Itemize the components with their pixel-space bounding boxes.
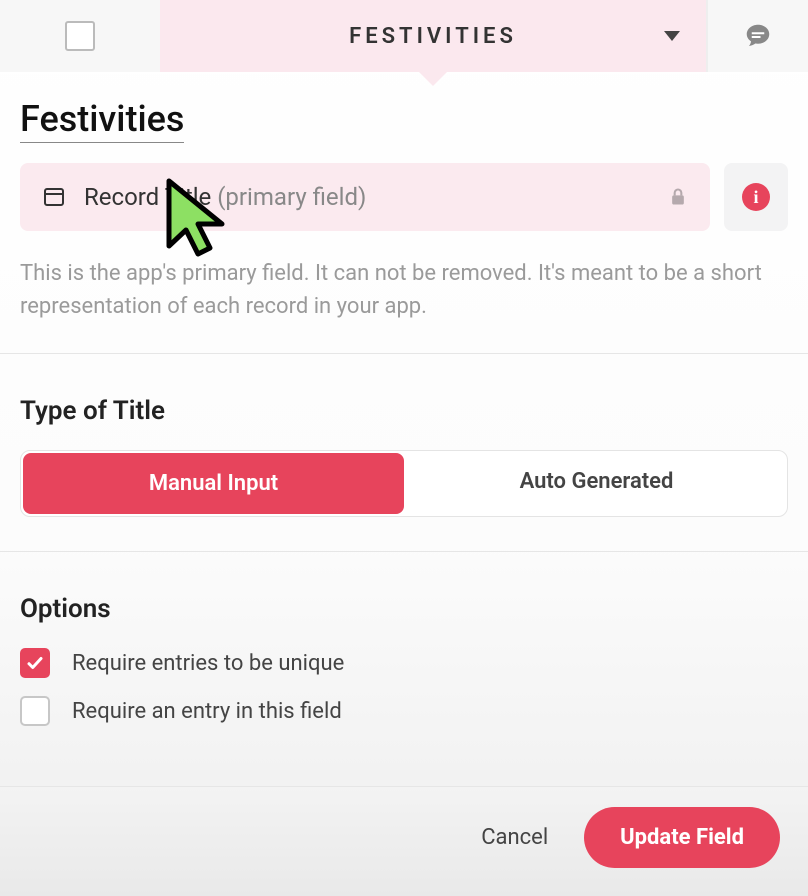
info-icon: i	[742, 183, 770, 211]
divider	[0, 551, 808, 552]
tab-label: FESTIVITIES	[349, 24, 517, 49]
tab-bar-leading	[0, 0, 160, 72]
segment-manual-input[interactable]: Manual Input	[23, 453, 404, 514]
options-heading: Options	[20, 594, 788, 624]
field-label: Record Title (primary field)	[84, 183, 366, 211]
type-of-title-heading: Type of Title	[20, 396, 788, 426]
footer-actions: Cancel Update Field	[0, 786, 808, 896]
cancel-button[interactable]: Cancel	[473, 815, 556, 860]
info-button[interactable]: i	[724, 163, 788, 231]
comment-icon	[743, 21, 773, 51]
select-all-checkbox[interactable]	[65, 21, 95, 51]
checkbox-require-unique[interactable]	[20, 648, 50, 678]
checkbox-require-entry[interactable]	[20, 696, 50, 726]
chevron-down-icon[interactable]	[664, 31, 680, 41]
page-title[interactable]: Festivities	[20, 98, 184, 143]
primary-field-card[interactable]: Record Title (primary field)	[20, 163, 710, 231]
update-field-button[interactable]: Update Field	[584, 807, 780, 868]
check-icon	[26, 654, 44, 672]
field-qualifier: (primary field)	[217, 183, 366, 211]
segment-auto-generated[interactable]: Auto Generated	[406, 451, 787, 516]
primary-field-help-text: This is the app's primary field. It can …	[20, 257, 788, 353]
lock-icon	[668, 186, 688, 208]
tab-festivities[interactable]: FESTIVITIES	[160, 0, 708, 72]
label-require-entry: Require an entry in this field	[72, 699, 342, 724]
tab-bar: FESTIVITIES	[0, 0, 808, 74]
title-type-segmented: Manual Input Auto Generated	[20, 450, 788, 517]
window-icon	[42, 185, 66, 209]
field-name: Record Title	[84, 183, 211, 211]
divider	[0, 353, 808, 354]
label-require-unique: Require entries to be unique	[72, 651, 344, 676]
comments-button[interactable]	[708, 0, 808, 72]
